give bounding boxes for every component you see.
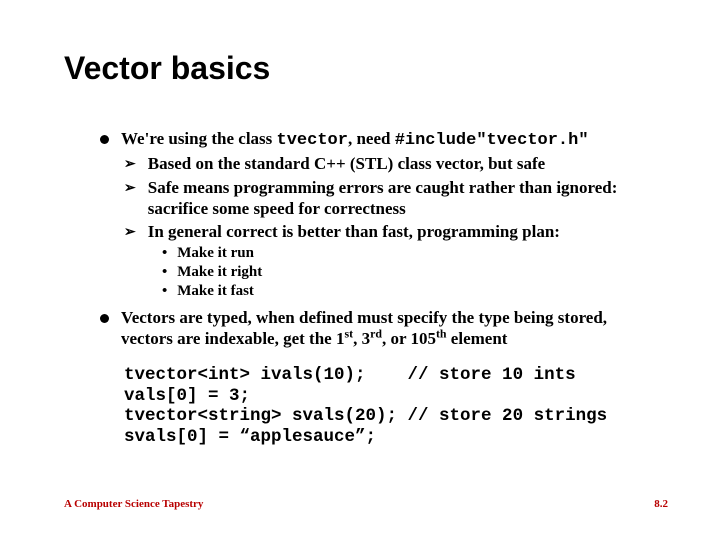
- bullet-icon: •: [162, 263, 167, 281]
- code-block: tvector<int> ivals(10); // store 10 ints…: [124, 365, 660, 448]
- bullet-1: We're using the class tvector, need #inc…: [100, 128, 660, 151]
- subsub-bullet-3: • Make it fast: [162, 282, 660, 301]
- b1-code1: tvector: [277, 131, 348, 150]
- subsub-2-text: Make it right: [177, 263, 660, 282]
- subsub-3-text: Make it fast: [177, 282, 660, 301]
- sub-bullet-3: ➢ In general correct is better than fast…: [124, 221, 660, 242]
- bullet-1-text: We're using the class tvector, need #inc…: [121, 128, 660, 151]
- b2-sup3: th: [436, 326, 447, 340]
- sub-bullet-3-text: In general correct is better than fast, …: [148, 221, 660, 242]
- arrow-icon: ➢: [124, 223, 136, 241]
- b1-mid: , need: [348, 129, 395, 148]
- arrow-icon: ➢: [124, 155, 136, 173]
- bullet-2-text: Vectors are typed, when defined must spe…: [121, 307, 660, 350]
- footer-right: 8.2: [654, 498, 668, 510]
- b2-mid2: , or 105: [382, 329, 436, 348]
- sub-bullet-2: ➢ Safe means programming errors are caug…: [124, 177, 660, 220]
- subsub-bullet-2: • Make it right: [162, 263, 660, 282]
- sub-bullet-2-text: Safe means programming errors are caught…: [148, 177, 660, 220]
- b2-suffix: element: [447, 329, 508, 348]
- slide-body: We're using the class tvector, need #inc…: [100, 128, 660, 448]
- subsub-bullet-1: • Make it run: [162, 244, 660, 263]
- bullet-icon: •: [162, 282, 167, 300]
- b2-sup2: rd: [370, 326, 382, 340]
- sub-bullet-1-text: Based on the standard C++ (STL) class ve…: [148, 153, 660, 174]
- b1-prefix: We're using the class: [121, 129, 277, 148]
- b1-code2: #include"tvector.h": [395, 131, 589, 150]
- sub-bullet-1: ➢ Based on the standard C++ (STL) class …: [124, 153, 660, 174]
- bullet-icon: [100, 314, 109, 323]
- subsub-1-text: Make it run: [177, 244, 660, 263]
- page-title: Vector basics: [64, 50, 270, 87]
- arrow-icon: ➢: [124, 179, 136, 197]
- bullet-2: Vectors are typed, when defined must spe…: [100, 307, 660, 350]
- b2-mid1: , 3: [353, 329, 370, 348]
- bullet-icon: [100, 135, 109, 144]
- bullet-icon: •: [162, 244, 167, 262]
- slide: Vector basics We're using the class tvec…: [0, 0, 720, 540]
- footer-left: A Computer Science Tapestry: [64, 498, 203, 510]
- b2-sup1: st: [344, 326, 353, 340]
